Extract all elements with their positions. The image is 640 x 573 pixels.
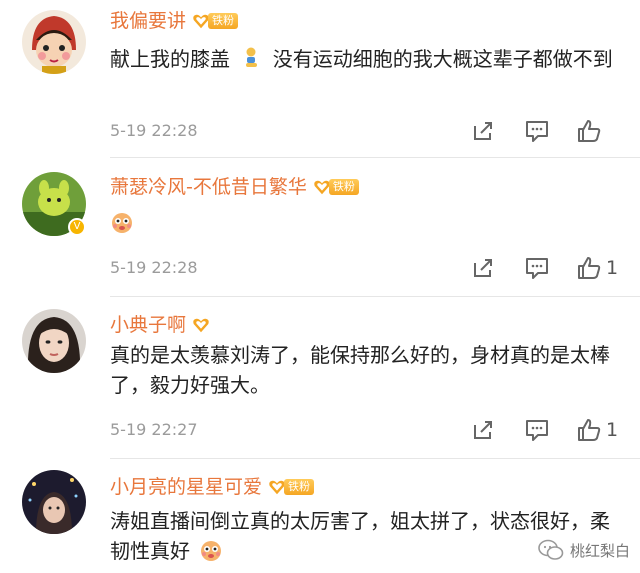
username[interactable]: 小月亮的星星可爱: [110, 472, 262, 502]
comment-icon: [526, 121, 548, 142]
badge-label: 铁粉: [328, 179, 359, 195]
divider: [110, 458, 640, 459]
repost-icon: [474, 122, 492, 140]
repost-button[interactable]: [470, 254, 496, 282]
watermark: 桃红梨白: [538, 539, 630, 561]
verified-badge: V: [68, 218, 86, 236]
reply-button[interactable]: [524, 416, 550, 444]
shy-emoji-icon: [201, 541, 222, 561]
user-avatar[interactable]: [22, 470, 86, 534]
badge-label: 铁粉: [284, 479, 315, 495]
comment-actions: 1: [0, 416, 640, 444]
kneel-emoji-icon: [246, 47, 258, 67]
comment-text: 献上我的膝盖 没有运动细胞的我大概这辈子都做不到: [110, 44, 616, 74]
divider: [110, 296, 640, 297]
comment-text-part: 涛姐直播间倒立真的太厉害了，姐太拼了，状态很好，柔韧性真好: [110, 509, 610, 563]
fan-badge: [192, 314, 210, 336]
comment-actions: 1: [0, 254, 640, 282]
fan-badge: 铁粉: [313, 176, 359, 198]
wechat-icon: [538, 539, 564, 560]
fan-badge: 铁粉: [192, 10, 239, 32]
night-photo-avatar-icon: [22, 470, 86, 534]
username-row: 我偏要讲 铁粉: [110, 6, 239, 36]
shy-emoji-icon: [112, 213, 132, 233]
reply-button[interactable]: [524, 117, 550, 145]
repost-icon: [474, 421, 492, 439]
like-button[interactable]: 1: [576, 416, 618, 444]
comment-text: 真的是太羡慕刘涛了，能保持那么好的，身材真的是太棒了，毅力好强大。: [110, 340, 616, 400]
username[interactable]: 小典子啊: [110, 310, 186, 340]
comment-text: [110, 208, 616, 238]
watermark-text: 桃红梨白: [569, 541, 630, 560]
username-row: 小月亮的星星可爱 铁粉: [110, 472, 315, 502]
thumbs-up-icon: [578, 257, 601, 279]
user-avatar[interactable]: [22, 10, 86, 74]
fan-badge: 铁粉: [268, 476, 315, 498]
username-row: 萧瑟冷风-不低昔日繁华 铁粉: [110, 172, 359, 202]
comment-icon: [526, 420, 548, 441]
comment-text-part: 没有运动细胞的我大概这辈子都做不到: [272, 47, 613, 71]
badge-label: 铁粉: [208, 13, 239, 29]
like-button[interactable]: [576, 117, 606, 145]
thumbs-up-icon: [578, 419, 601, 441]
username-row: 小典子啊: [110, 310, 210, 340]
reply-button[interactable]: [524, 254, 550, 282]
baby-doll-avatar-icon: [22, 10, 86, 74]
repost-icon: [474, 259, 492, 277]
comment-icon: [526, 258, 548, 279]
repost-button[interactable]: [470, 416, 496, 444]
comment-text-part: 献上我的膝盖: [110, 47, 230, 71]
heart-badge-icon: [193, 318, 209, 333]
like-count: 1: [606, 419, 619, 441]
like-count: 1: [606, 257, 619, 279]
repost-button[interactable]: [470, 117, 496, 145]
divider: [110, 157, 640, 158]
comment-actions: [0, 117, 640, 145]
username[interactable]: 我偏要讲: [110, 6, 186, 36]
user-avatar[interactable]: [22, 309, 86, 373]
girl-photo-avatar-icon: [22, 309, 86, 373]
username[interactable]: 萧瑟冷风-不低昔日繁华: [110, 172, 307, 202]
thumbs-up-icon: [578, 120, 601, 142]
comment-text-part: 真的是太羡慕刘涛了，能保持那么好的，身材真的是太棒了，毅力好强大。: [110, 343, 610, 397]
like-button[interactable]: 1: [576, 254, 618, 282]
